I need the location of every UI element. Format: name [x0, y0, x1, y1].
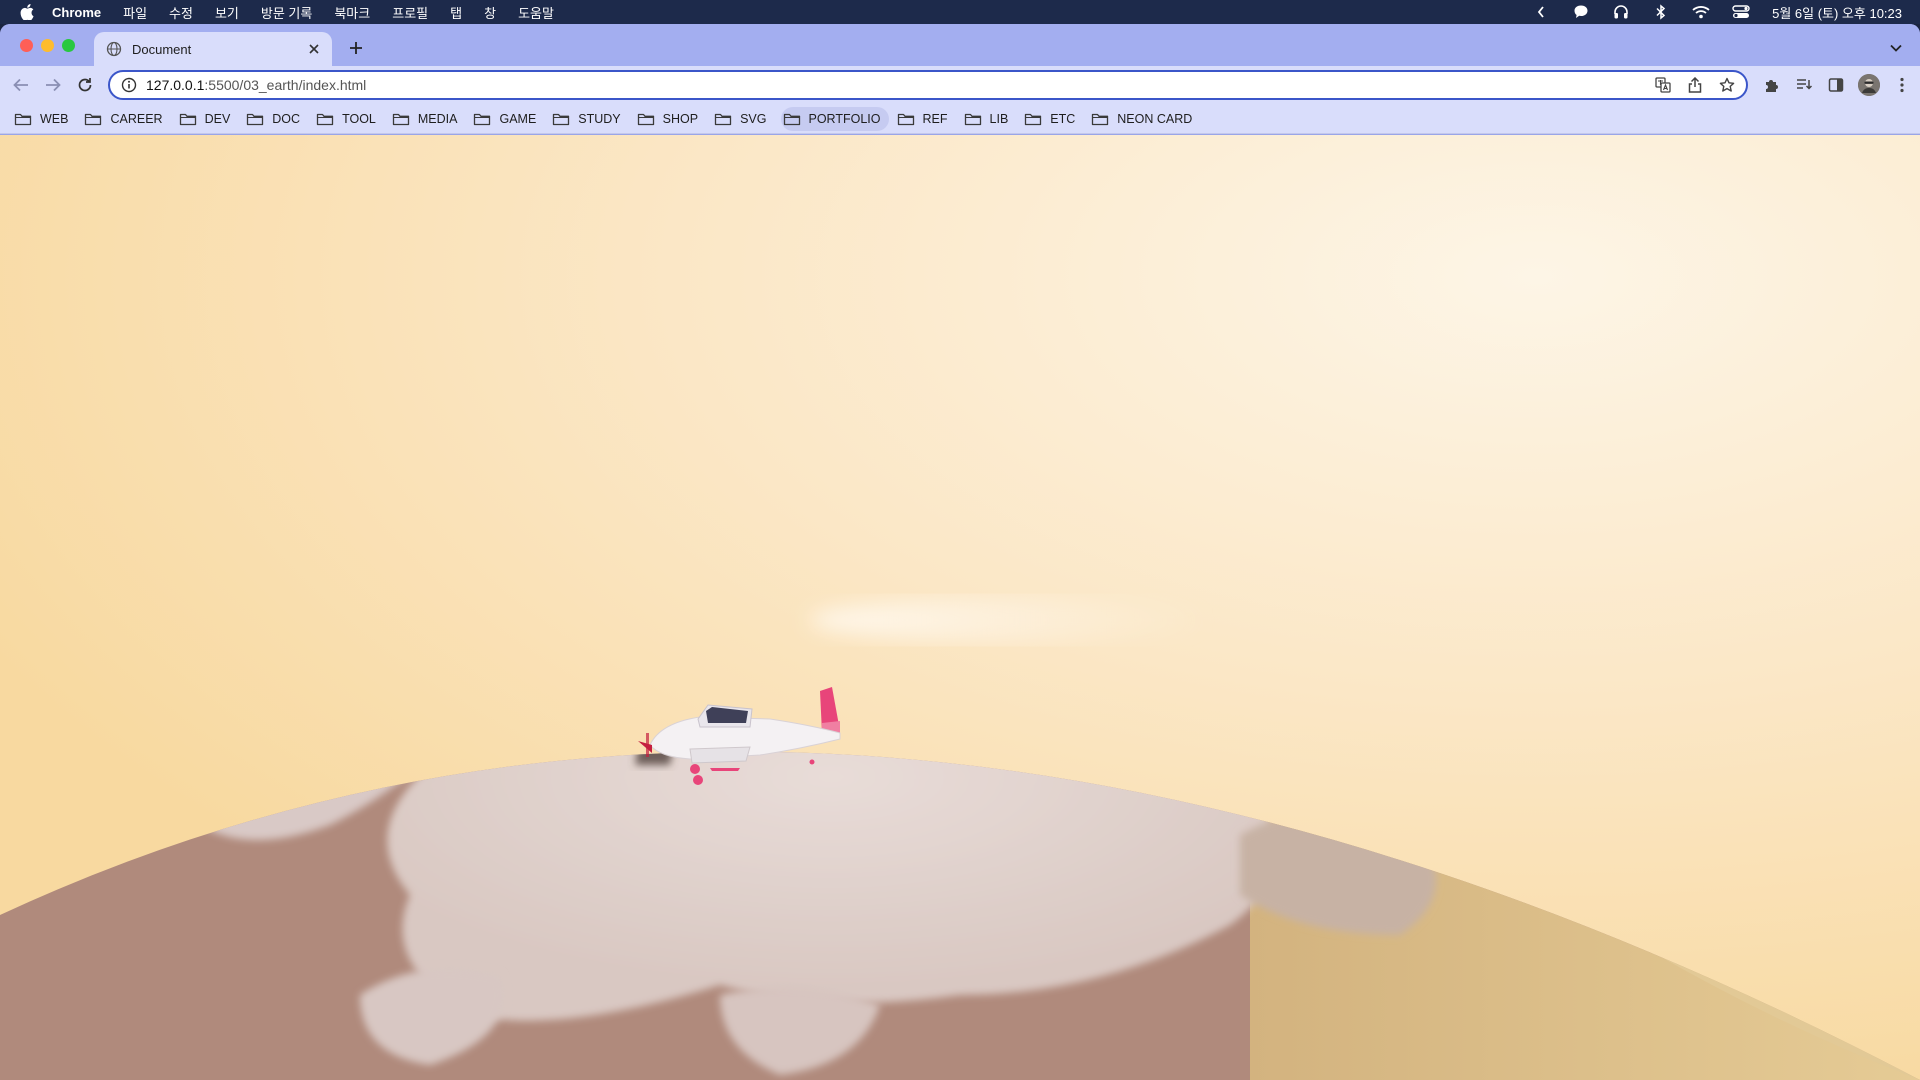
menubar-clock[interactable]: 5월 6일 (토) 오후 10:23: [1772, 3, 1902, 22]
browser-toolbar: 127.0.0.1:5500/03_earth/index.html: [0, 66, 1920, 104]
url-text: 127.0.0.1:5500/03_earth/index.html: [146, 77, 366, 93]
close-tab-icon[interactable]: [306, 41, 322, 57]
bookmark-folder-lib[interactable]: LIB: [962, 107, 1017, 131]
bookmark-label: ETC: [1050, 111, 1076, 126]
bookmark-folder-game[interactable]: GAME: [471, 107, 544, 131]
minimize-window-button[interactable]: [41, 39, 54, 52]
bookmark-label: WEB: [40, 111, 69, 126]
folder-icon: [14, 112, 32, 126]
bookmark-folder-web[interactable]: WEB: [12, 107, 76, 131]
bookmark-label: PORTFOLIO: [808, 111, 881, 126]
bookmark-star-icon[interactable]: [1718, 76, 1736, 94]
more-menu-icon[interactable]: [1892, 75, 1912, 95]
extensions-puzzle-icon[interactable]: [1762, 75, 1782, 95]
folder-icon: [552, 112, 570, 126]
new-tab-button[interactable]: [346, 38, 366, 58]
bookmark-folder-neon-card[interactable]: NEON CARD: [1089, 107, 1200, 131]
tab-document[interactable]: Document: [94, 32, 332, 66]
folder-icon: [316, 112, 334, 126]
menu-bookmarks[interactable]: 북마크: [334, 3, 370, 22]
folder-icon: [246, 112, 264, 126]
folder-icon: [392, 112, 410, 126]
chevron-left-icon[interactable]: [1532, 3, 1550, 21]
bookmark-label: SVG: [740, 111, 767, 126]
bookmark-label: LIB: [989, 111, 1009, 126]
apple-menu-icon[interactable]: [16, 4, 38, 20]
fullscreen-window-button[interactable]: [62, 39, 75, 52]
folder-icon: [964, 112, 982, 126]
profile-avatar[interactable]: [1858, 74, 1880, 96]
menu-tab[interactable]: 탭: [450, 3, 462, 22]
earth-scene: [0, 135, 1920, 1080]
tab-strip: Document: [0, 24, 1920, 66]
folder-icon: [637, 112, 655, 126]
address-bar[interactable]: 127.0.0.1:5500/03_earth/index.html: [108, 70, 1748, 100]
bookmark-label: GAME: [499, 111, 537, 126]
bookmark-folder-shop[interactable]: SHOP: [635, 107, 706, 131]
folder-icon: [897, 112, 915, 126]
bookmark-folder-dev[interactable]: DEV: [177, 107, 239, 131]
reload-icon[interactable]: [74, 74, 96, 96]
menu-edit[interactable]: 수정: [169, 3, 193, 22]
bookmark-label: STUDY: [578, 111, 621, 126]
folder-icon: [783, 112, 801, 126]
menu-help[interactable]: 도움말: [518, 3, 554, 22]
folder-icon: [473, 112, 491, 126]
url-host: 127.0.0.1: [146, 77, 205, 93]
bookmark-label: NEON CARD: [1117, 111, 1193, 126]
back-arrow-icon[interactable]: [10, 74, 32, 96]
control-center-icon[interactable]: [1732, 3, 1750, 21]
bookmark-label: MEDIA: [417, 111, 458, 126]
bookmark-label: TOOL: [342, 111, 376, 126]
tab-search-icon[interactable]: [1886, 38, 1906, 58]
menu-window[interactable]: 창: [484, 3, 496, 22]
headphones-icon[interactable]: [1612, 3, 1630, 21]
bookmark-folder-media[interactable]: MEDIA: [390, 107, 466, 131]
reading-list-icon[interactable]: [1794, 75, 1814, 95]
bookmark-folder-study[interactable]: STUDY: [550, 107, 628, 131]
bookmark-label: DEV: [204, 111, 231, 126]
bookmark-folder-svg[interactable]: SVG: [712, 107, 774, 131]
bookmarks-bar: WEB CAREER DEV DOC TOOL MEDIA GAME STUDY SHOP SVG…: [0, 104, 1920, 134]
menu-app-name[interactable]: Chrome: [52, 5, 101, 20]
bookmark-folder-etc[interactable]: ETC: [1022, 107, 1083, 131]
menu-view[interactable]: 보기: [215, 3, 239, 22]
globe-icon: [106, 41, 122, 57]
bookmark-label: REF: [922, 111, 948, 126]
translate-icon[interactable]: [1654, 76, 1672, 94]
url-path: :5500/03_earth/index.html: [204, 77, 367, 93]
wifi-icon[interactable]: [1692, 3, 1710, 21]
bookmark-folder-tool[interactable]: TOOL: [314, 107, 384, 131]
folder-icon: [714, 112, 732, 126]
menu-file[interactable]: 파일: [123, 3, 147, 22]
bookmark-folder-portfolio[interactable]: PORTFOLIO: [780, 106, 889, 131]
macos-menubar: Chrome 파일 수정 보기 방문 기록 북마크 프로필 탭 창 도움말 5월…: [0, 0, 1920, 24]
folder-icon: [1024, 112, 1042, 126]
folder-icon: [179, 112, 197, 126]
tab-title: Document: [132, 41, 192, 57]
window-controls: [20, 39, 75, 52]
share-icon[interactable]: [1686, 76, 1704, 94]
bookmark-folder-career[interactable]: CAREER: [82, 107, 170, 131]
side-panel-icon[interactable]: [1826, 75, 1846, 95]
bookmark-folder-ref[interactable]: REF: [895, 107, 956, 131]
site-info-icon[interactable]: [120, 76, 138, 94]
chat-bubble-icon[interactable]: [1572, 3, 1590, 21]
bookmark-label: SHOP: [662, 111, 699, 126]
folder-icon: [1091, 112, 1109, 126]
bookmark-label: DOC: [272, 111, 301, 126]
folder-icon: [84, 112, 102, 126]
browser-window: Document 127.0.0.1:5500/03_earth/index.h…: [0, 24, 1920, 1080]
web-page-canvas[interactable]: [0, 135, 1920, 1080]
bookmark-folder-doc[interactable]: DOC: [244, 107, 308, 131]
menu-history[interactable]: 방문 기록: [261, 3, 312, 22]
forward-arrow-icon[interactable]: [42, 74, 64, 96]
airplane-contrail: [810, 598, 1210, 642]
menu-profile[interactable]: 프로필: [392, 3, 428, 22]
close-window-button[interactable]: [20, 39, 33, 52]
bluetooth-icon[interactable]: [1652, 3, 1670, 21]
bookmark-label: CAREER: [110, 111, 163, 126]
